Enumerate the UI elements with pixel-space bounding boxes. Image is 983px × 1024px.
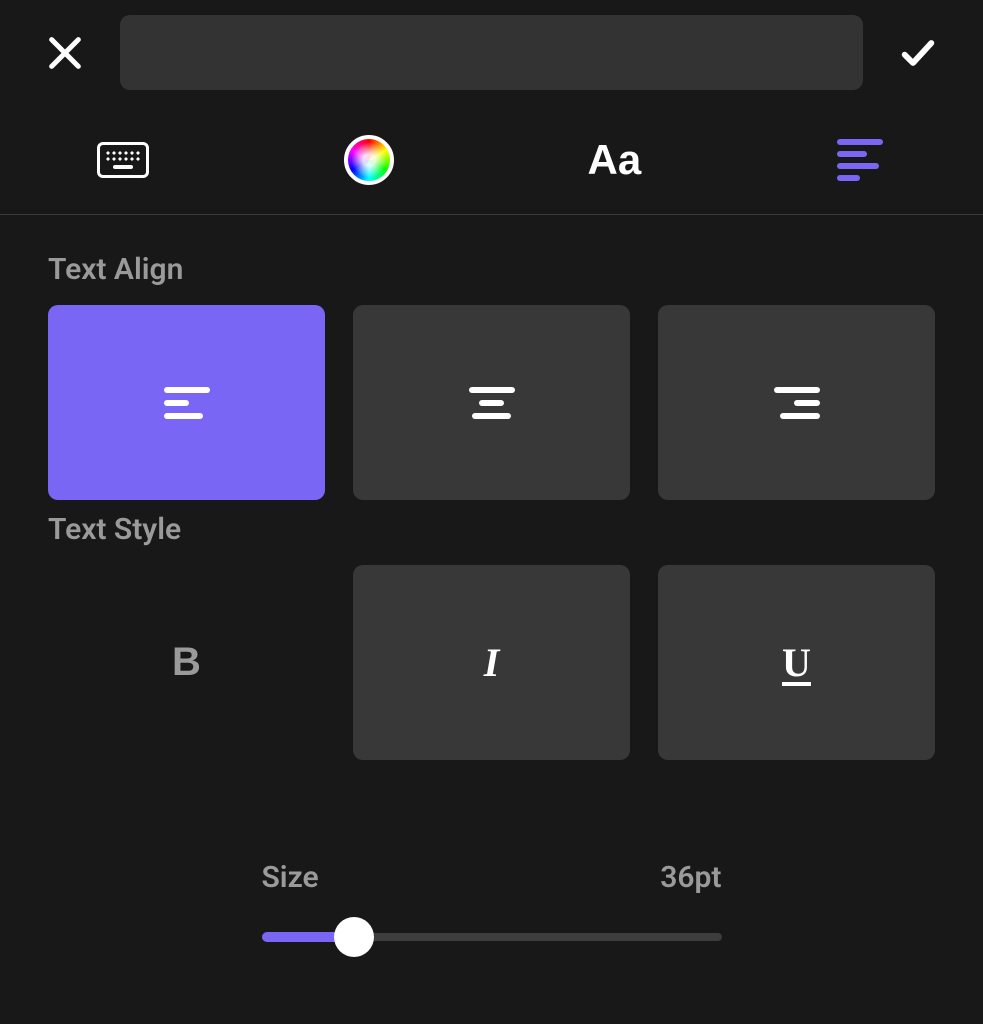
- align-grid: [48, 305, 935, 500]
- size-slider[interactable]: [262, 917, 722, 957]
- align-center-button[interactable]: [353, 305, 630, 500]
- paragraph-panel: Text Align Text Style B I U: [0, 215, 983, 957]
- bold-icon: B: [172, 640, 201, 685]
- italic-icon: I: [484, 639, 500, 686]
- text-input[interactable]: [120, 15, 863, 90]
- tool-tabs: Aa: [0, 105, 983, 215]
- size-label: Size: [262, 860, 319, 895]
- style-grid: B I U: [48, 565, 935, 760]
- align-right-icon: [774, 380, 820, 426]
- align-center-icon: [469, 380, 515, 426]
- underline-button[interactable]: U: [658, 565, 935, 760]
- paragraph-icon: [837, 133, 883, 187]
- color-wheel-icon: [344, 135, 394, 185]
- align-right-button[interactable]: [658, 305, 935, 500]
- align-left-icon: [164, 380, 210, 426]
- text-align-label: Text Align: [48, 252, 935, 287]
- confirm-button[interactable]: [893, 28, 943, 78]
- check-icon: [898, 33, 938, 73]
- size-value: 36pt: [660, 860, 721, 895]
- slider-thumb[interactable]: [334, 917, 374, 957]
- font-icon: Aa: [588, 136, 642, 184]
- keyboard-icon: [97, 142, 149, 178]
- close-button[interactable]: [40, 28, 90, 78]
- text-style-label: Text Style: [48, 512, 935, 547]
- tab-font[interactable]: Aa: [492, 105, 738, 214]
- tab-color[interactable]: [246, 105, 492, 214]
- editor-header: [0, 0, 983, 105]
- align-left-button[interactable]: [48, 305, 325, 500]
- size-panel: Size 36pt: [262, 860, 722, 957]
- underline-icon: U: [782, 639, 811, 686]
- italic-button[interactable]: I: [353, 565, 630, 760]
- close-icon: [45, 33, 85, 73]
- tab-paragraph[interactable]: [737, 105, 983, 214]
- tab-keyboard[interactable]: [0, 105, 246, 214]
- bold-button[interactable]: B: [48, 565, 325, 760]
